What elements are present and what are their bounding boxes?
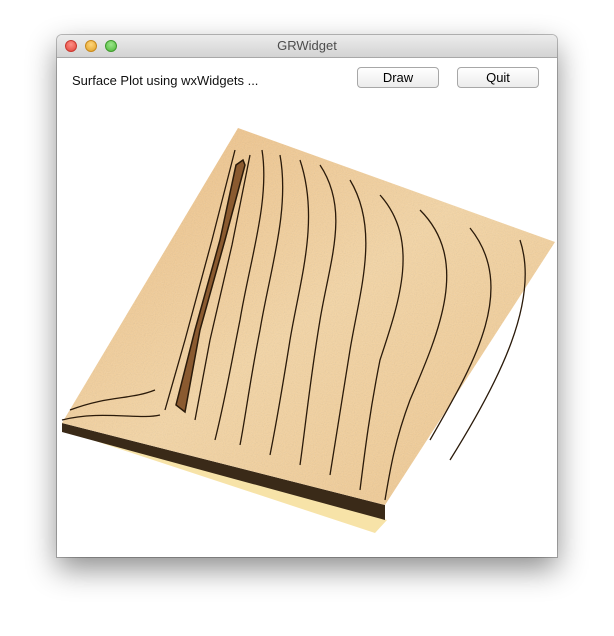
surface-plot: [61, 128, 555, 533]
